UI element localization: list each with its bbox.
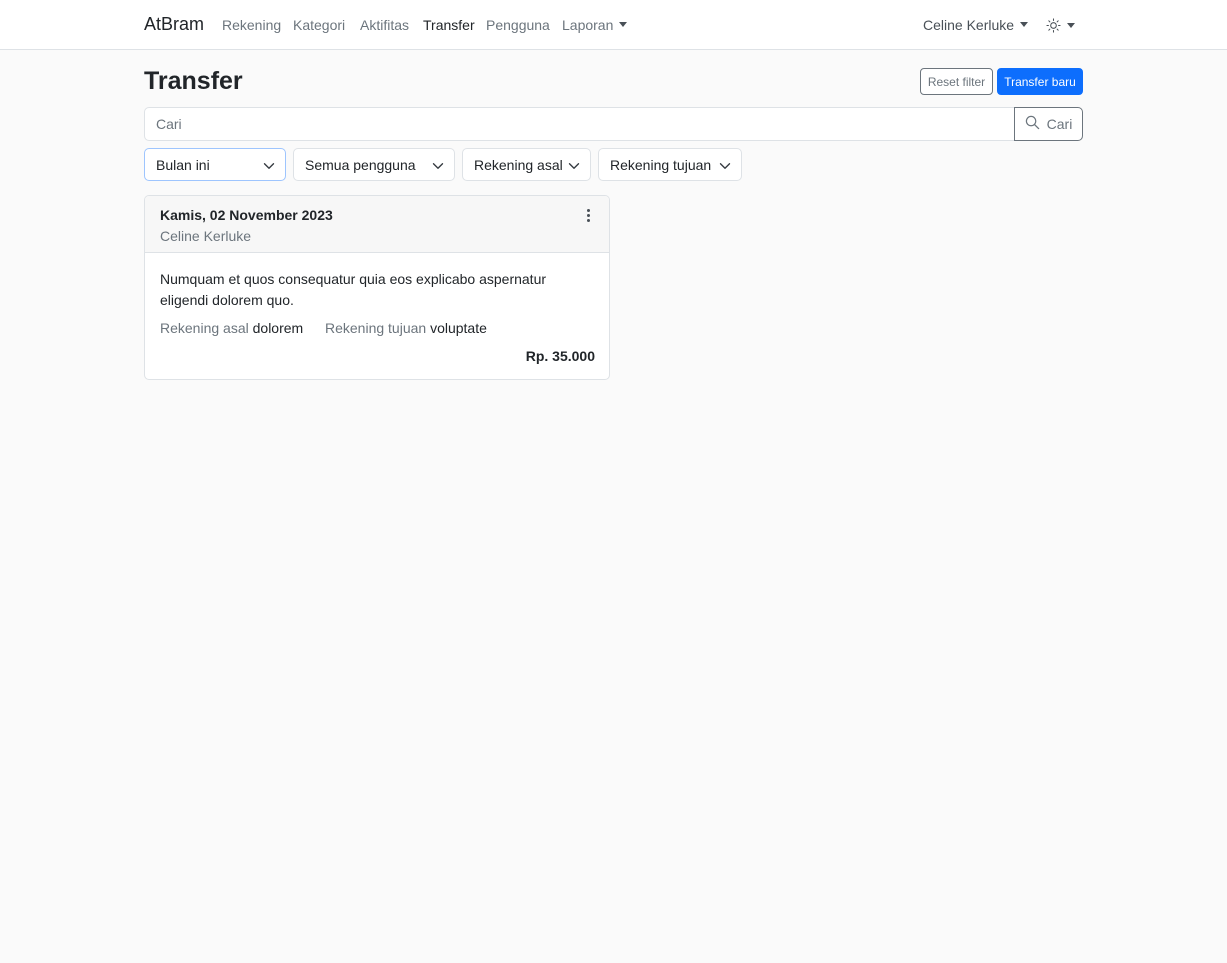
nav-laporan-label: Laporan — [562, 17, 614, 33]
transfer-user: Celine Kerluke — [160, 228, 252, 244]
chevron-down-icon — [263, 159, 275, 175]
sun-icon — [1046, 17, 1061, 33]
source-account-filter-select[interactable]: Rekening asal — [462, 148, 591, 181]
transfer-card-header: Kamis, 02 November 2023 Celine Kerluke — [145, 196, 609, 253]
caret-down-icon — [1067, 22, 1075, 28]
destination-account-value: voluptate — [430, 320, 487, 336]
user-filter-value: Semua pengguna — [305, 156, 416, 173]
user-menu-dropdown[interactable]: Celine Kerluke — [923, 17, 1029, 33]
theme-toggle-dropdown[interactable] — [1046, 15, 1075, 35]
search-input[interactable] — [144, 107, 1015, 141]
chevron-down-icon — [719, 159, 731, 175]
search-button[interactable]: Cari — [1014, 107, 1083, 141]
chevron-down-icon — [568, 159, 580, 175]
more-options-icon[interactable] — [581, 206, 595, 224]
caret-down-icon — [619, 22, 628, 27]
user-filter-select[interactable]: Semua pengguna — [293, 148, 455, 181]
nav-link-rekening[interactable]: Rekening — [222, 17, 281, 33]
period-filter-select[interactable]: Bulan ini — [144, 148, 286, 181]
nav-link-pengguna[interactable]: Pengguna — [486, 17, 550, 33]
transfer-description: Numquam et quos consequatur quia eos exp… — [160, 271, 547, 308]
period-filter-value: Bulan ini — [156, 156, 210, 173]
caret-down-icon — [1020, 22, 1029, 27]
nav-link-transfer[interactable]: Transfer — [423, 17, 475, 33]
transfer-card: Kamis, 02 November 2023 Celine Kerluke N… — [144, 195, 610, 380]
reset-filter-button[interactable]: Reset filter — [920, 68, 993, 95]
source-account-label: Rekening asal — [160, 320, 249, 336]
source-account-filter-value: Rekening asal — [474, 156, 563, 173]
nav-link-kategori[interactable]: Kategori — [293, 17, 345, 33]
page-title: Transfer — [144, 67, 243, 95]
brand-link[interactable]: AtBram — [144, 14, 204, 35]
transfer-amount: Rp. 35.000 — [525, 348, 595, 364]
nav-link-aktifitas[interactable]: Aktifitas — [360, 17, 409, 33]
search-button-label: Cari — [1046, 116, 1073, 132]
search-icon — [1025, 115, 1040, 133]
user-name: Celine Kerluke — [923, 17, 1015, 33]
chevron-down-icon — [432, 159, 444, 175]
nav-dropdown-laporan[interactable]: Laporan — [562, 17, 628, 33]
transfer-date: Kamis, 02 November 2023 — [160, 207, 333, 223]
destination-account-filter-value: Rekening tujuan — [610, 156, 712, 173]
source-account-value: dolorem — [252, 320, 304, 336]
navbar: AtBram Rekening Kategori Aktifitas Trans… — [0, 0, 1227, 50]
transfer-accounts: Rekening asal dolorem Rekening tujuan vo… — [160, 320, 487, 336]
destination-account-label: Rekening tujuan — [325, 320, 427, 336]
new-transfer-button[interactable]: Transfer baru — [997, 68, 1083, 95]
destination-account-filter-select[interactable]: Rekening tujuan — [598, 148, 742, 181]
